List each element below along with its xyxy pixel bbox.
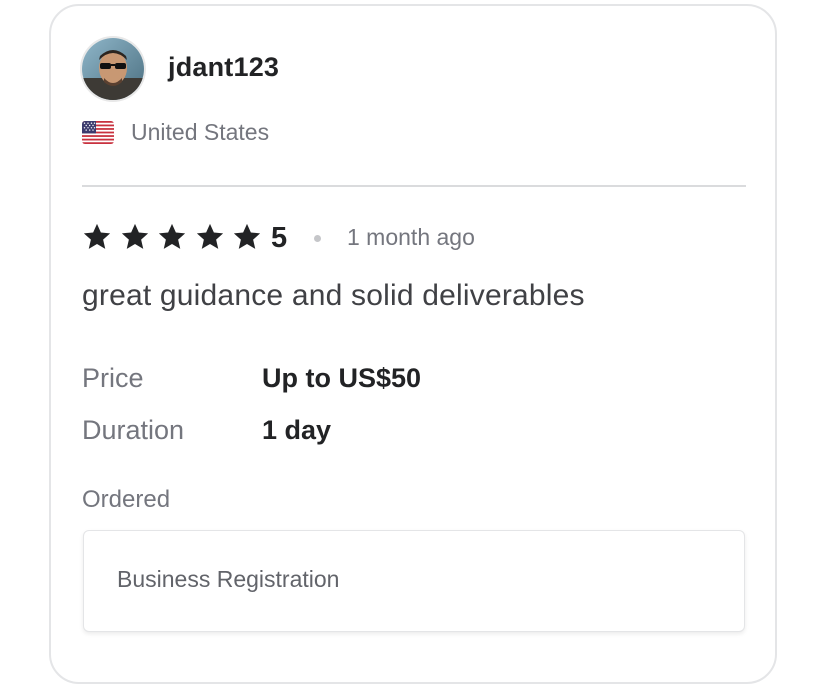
star-icon	[157, 222, 187, 252]
star-icon	[120, 222, 150, 252]
review-text: great guidance and solid deliverables	[82, 279, 585, 312]
review-time: 1 month ago	[347, 224, 475, 250]
reviewer-username[interactable]: jdant123	[168, 52, 279, 83]
reviewer-country: United States	[131, 119, 270, 145]
star-icon	[232, 222, 262, 252]
ordered-item-card[interactable]: Business Registration	[83, 530, 745, 632]
price-value: Up to US$50	[262, 363, 422, 393]
separator-dot	[314, 235, 321, 242]
ordered-item-name: Business Registration	[117, 566, 340, 592]
star-rating	[82, 222, 270, 252]
duration-value: 1 day	[262, 415, 332, 445]
star-icon	[82, 222, 112, 252]
duration-label: Duration	[82, 415, 185, 445]
avatar[interactable]	[82, 38, 144, 100]
price-label: Price	[82, 363, 144, 393]
divider	[82, 185, 746, 187]
rating-value: 5	[271, 222, 288, 254]
us-flag-icon	[82, 121, 114, 144]
ordered-label: Ordered	[82, 486, 171, 513]
star-icon	[195, 222, 225, 252]
